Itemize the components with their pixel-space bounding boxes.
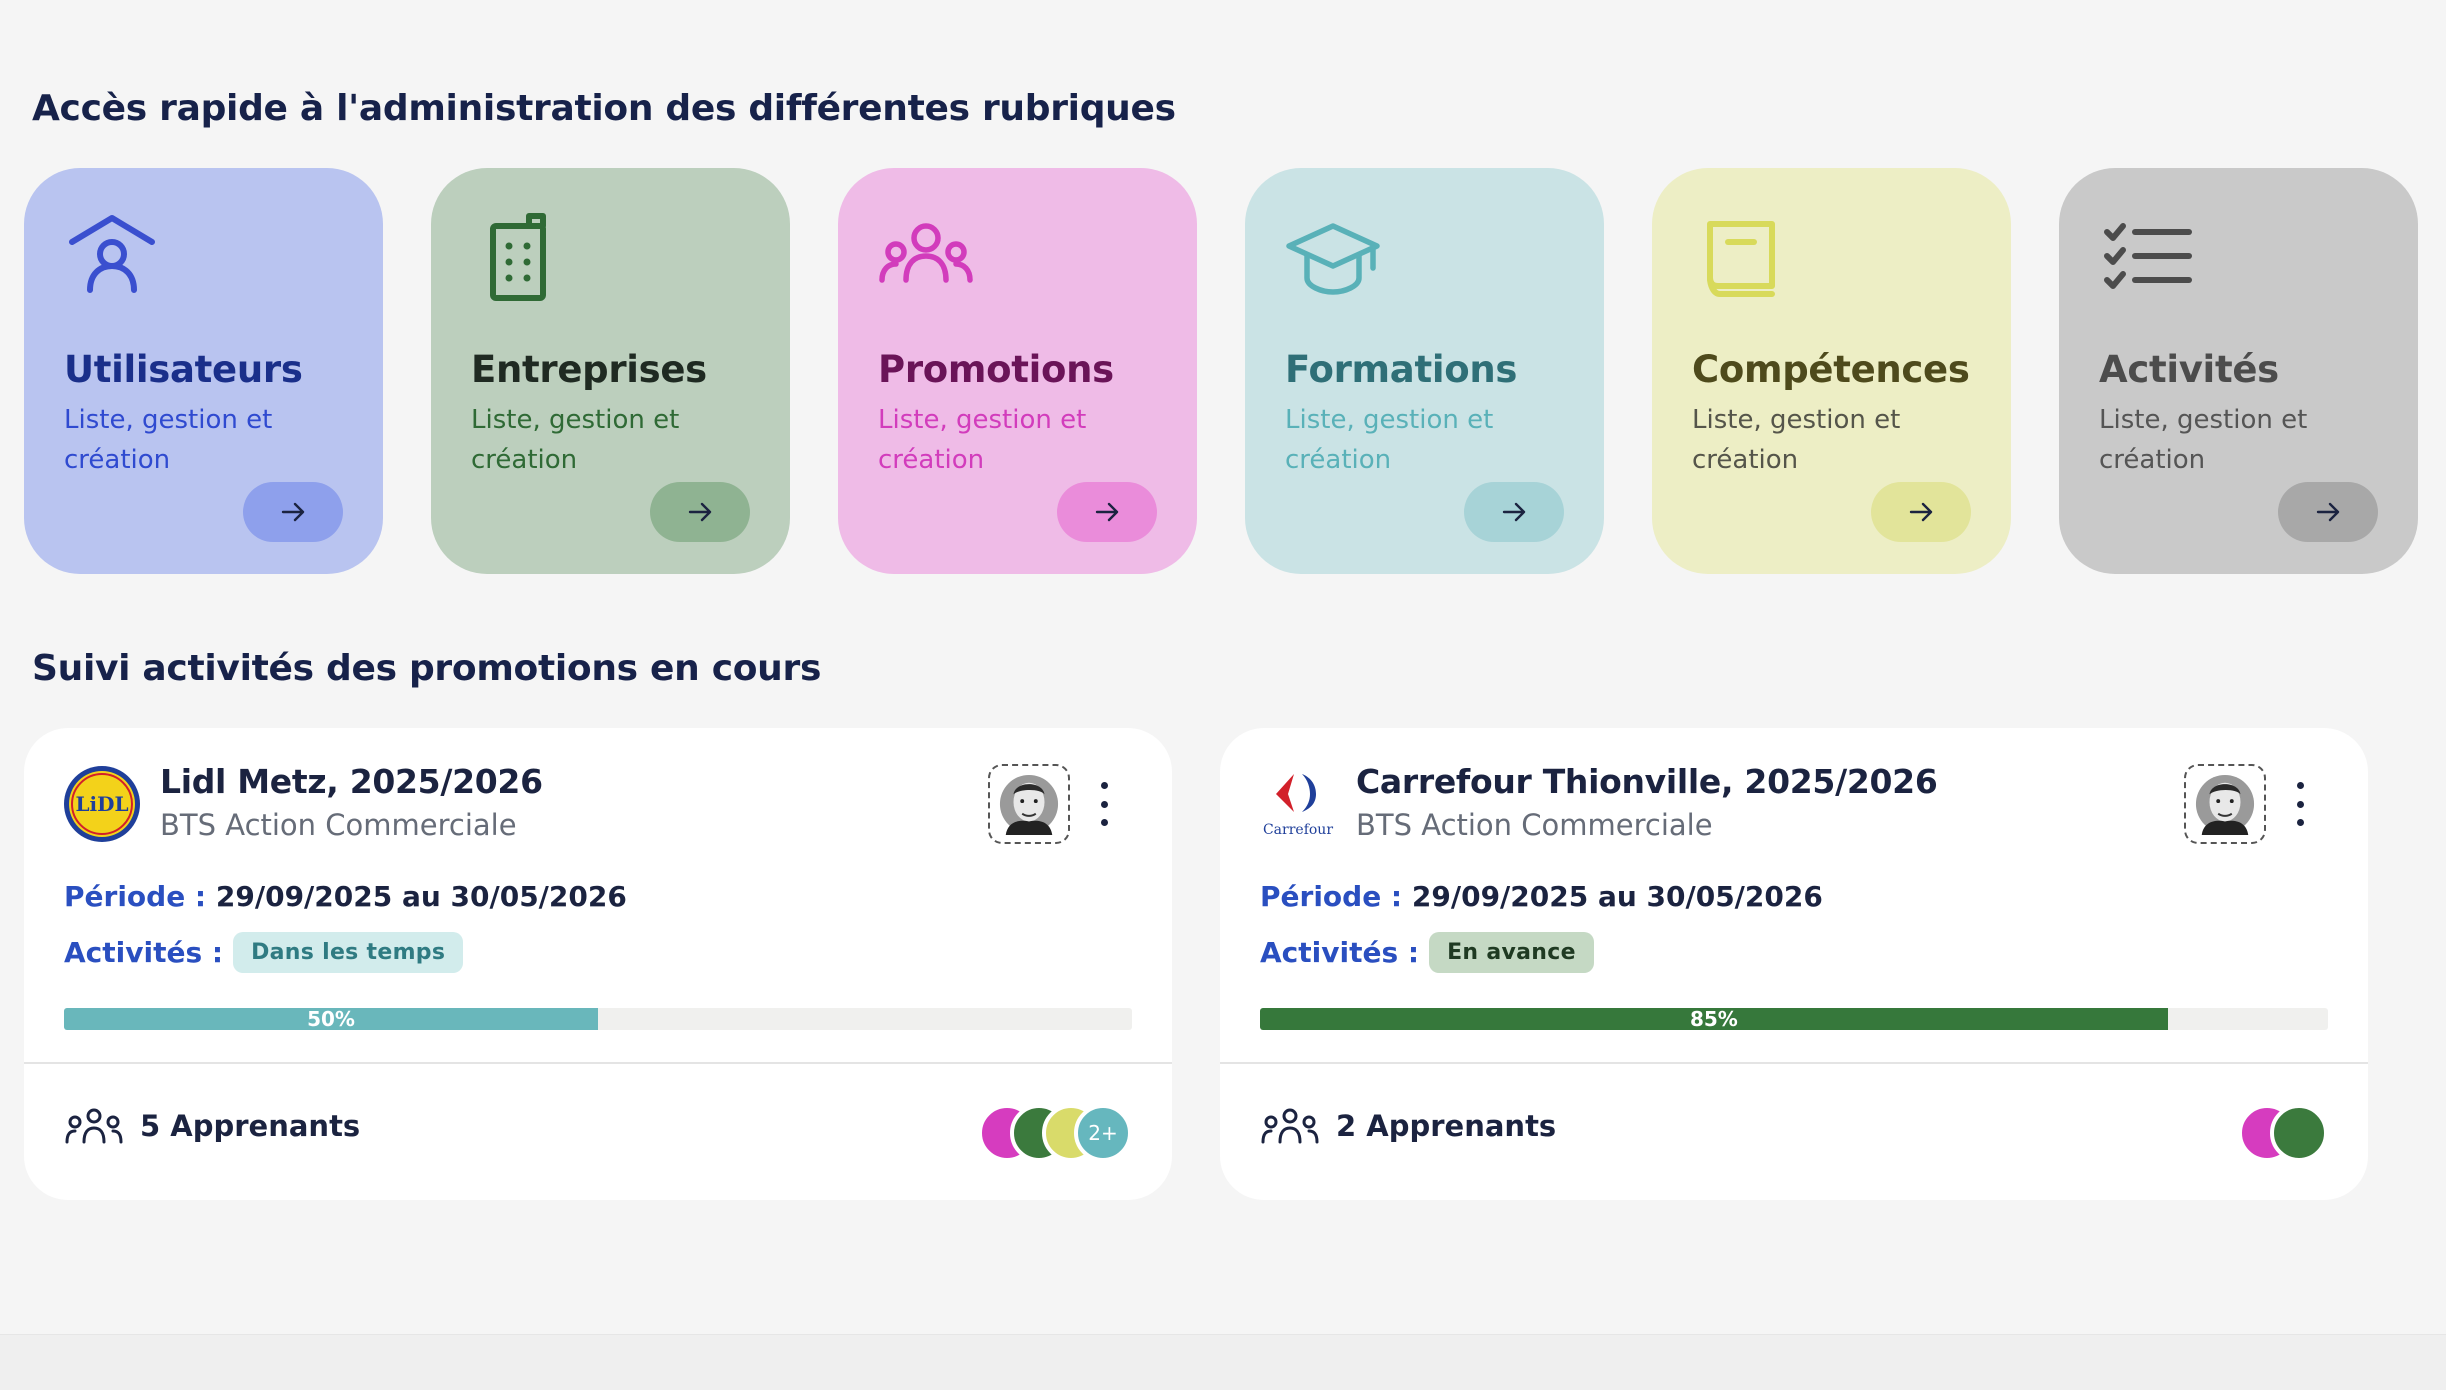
open-competences-button[interactable] (1871, 482, 1971, 542)
tile-activites[interactable]: Activités Liste, gestion et création (2059, 168, 2418, 574)
group-icon (65, 1108, 123, 1144)
tile-title: Formations (1285, 348, 1518, 391)
learner-avatars[interactable]: 2+ (978, 1104, 1132, 1164)
progress-fill: 85% (1260, 1008, 2168, 1030)
period-row: Période : 29/09/2025 au 30/05/2026 (64, 880, 627, 913)
promotion-subtitle: BTS Action Commerciale (1356, 808, 1713, 842)
promotion-card[interactable]: Carrefour Carrefour Thionville, 2025/202… (1220, 728, 2368, 1200)
svg-text:LiDL: LiDL (75, 792, 128, 816)
status-badge: Dans les temps (233, 932, 464, 973)
arrow-right-icon (1095, 502, 1119, 522)
activities-label: Activités : (64, 936, 224, 969)
promotion-title: Carrefour Thionville, 2025/2026 (1356, 762, 1938, 801)
learners-count[interactable]: 2 Apprenants (1260, 1106, 1556, 1146)
tile-entreprises[interactable]: Entreprises Liste, gestion et création (431, 168, 790, 574)
learner-avatar (2270, 1104, 2328, 1162)
more-learners-badge: 2+ (1074, 1104, 1132, 1162)
promotion-subtitle: BTS Action Commerciale (160, 808, 517, 842)
learners-label: 5 Apprenants (140, 1109, 361, 1143)
divider (24, 1062, 1172, 1064)
arrow-right-icon (1909, 502, 1933, 522)
graduation-cap-icon (1285, 208, 1381, 304)
avatar (999, 774, 1059, 835)
arrow-right-icon (2316, 502, 2340, 522)
carrefour-logo: Carrefour (1258, 764, 1338, 844)
tile-subtitle: Liste, gestion et création (1692, 405, 1901, 475)
arrow-right-icon (281, 502, 305, 522)
tile-title: Utilisateurs (64, 348, 303, 391)
checklist-icon (2099, 208, 2195, 304)
tile-title: Activités (2099, 348, 2279, 391)
arrow-right-icon (688, 502, 712, 522)
divider (1220, 1062, 2368, 1064)
footer-strip (0, 1334, 2446, 1390)
activities-row: Activités : Dans les temps (64, 932, 464, 973)
user-home-icon (64, 208, 160, 304)
tile-subtitle: Liste, gestion et création (2099, 405, 2308, 475)
open-entreprises-button[interactable] (650, 482, 750, 542)
building-icon (471, 208, 567, 304)
period-row: Période : 29/09/2025 au 30/05/2026 (1260, 880, 1823, 913)
tile-subtitle: Liste, gestion et création (1285, 405, 1494, 475)
book-icon (1692, 208, 1788, 304)
learners-label: 2 Apprenants (1336, 1109, 1557, 1143)
period-label: Période : (1260, 880, 1403, 913)
tile-promotions[interactable]: Promotions Liste, gestion et création (838, 168, 1197, 574)
more-options-icon[interactable] (1090, 776, 1118, 832)
learners-count[interactable]: 5 Apprenants (64, 1106, 360, 1146)
progress-bar: 50% (64, 1008, 1132, 1030)
tracking-title: Suivi activités des promotions en cours (32, 648, 822, 689)
group-icon (1261, 1108, 1319, 1144)
tile-subtitle: Liste, gestion et création (878, 405, 1087, 475)
more-options-icon[interactable] (2286, 776, 2314, 832)
progress-label: 85% (1689, 1008, 1738, 1030)
activities-label: Activités : (1260, 936, 1420, 969)
open-promotions-button[interactable] (1057, 482, 1157, 542)
promotion-title: Lidl Metz, 2025/2026 (160, 762, 543, 801)
open-activites-button[interactable] (2278, 482, 2378, 542)
trainer-avatar[interactable] (988, 764, 1070, 844)
arrow-right-icon (1502, 502, 1526, 522)
period-label: Période : (64, 880, 207, 913)
trainer-avatar[interactable] (2184, 764, 2266, 844)
learner-avatars[interactable] (2238, 1104, 2328, 1164)
tile-competences[interactable]: Compétences Liste, gestion et création (1652, 168, 2011, 574)
open-formations-button[interactable] (1464, 482, 1564, 542)
lidl-logo: LiDL (62, 764, 142, 844)
activities-row: Activités : En avance (1260, 932, 1594, 973)
progress-fill: 50% (64, 1008, 598, 1030)
group-icon (878, 208, 974, 304)
quick-access-title: Accès rapide à l'administration des diff… (32, 88, 1176, 129)
open-utilisateurs-button[interactable] (243, 482, 343, 542)
progress-label: 50% (307, 1008, 355, 1030)
quick-access-tiles: Utilisateurs Liste, gestion et création … (24, 168, 2418, 574)
progress-bar: 85% (1260, 1008, 2328, 1030)
tile-title: Entreprises (471, 348, 707, 391)
status-badge: En avance (1429, 932, 1594, 973)
period-value: 29/09/2025 au 30/05/2026 (215, 880, 627, 913)
tile-formations[interactable]: Formations Liste, gestion et création (1245, 168, 1604, 574)
svg-text:Carrefour: Carrefour (1263, 822, 1333, 838)
tile-utilisateurs[interactable]: Utilisateurs Liste, gestion et création (24, 168, 383, 574)
avatar (2195, 774, 2255, 835)
tile-subtitle: Liste, gestion et création (64, 405, 273, 475)
tile-title: Compétences (1692, 348, 1970, 391)
period-value: 29/09/2025 au 30/05/2026 (1411, 880, 1823, 913)
tile-title: Promotions (878, 348, 1114, 391)
promotion-card[interactable]: LiDL Lidl Metz, 2025/2026 BTS Action Com… (24, 728, 1172, 1200)
tile-subtitle: Liste, gestion et création (471, 405, 680, 475)
